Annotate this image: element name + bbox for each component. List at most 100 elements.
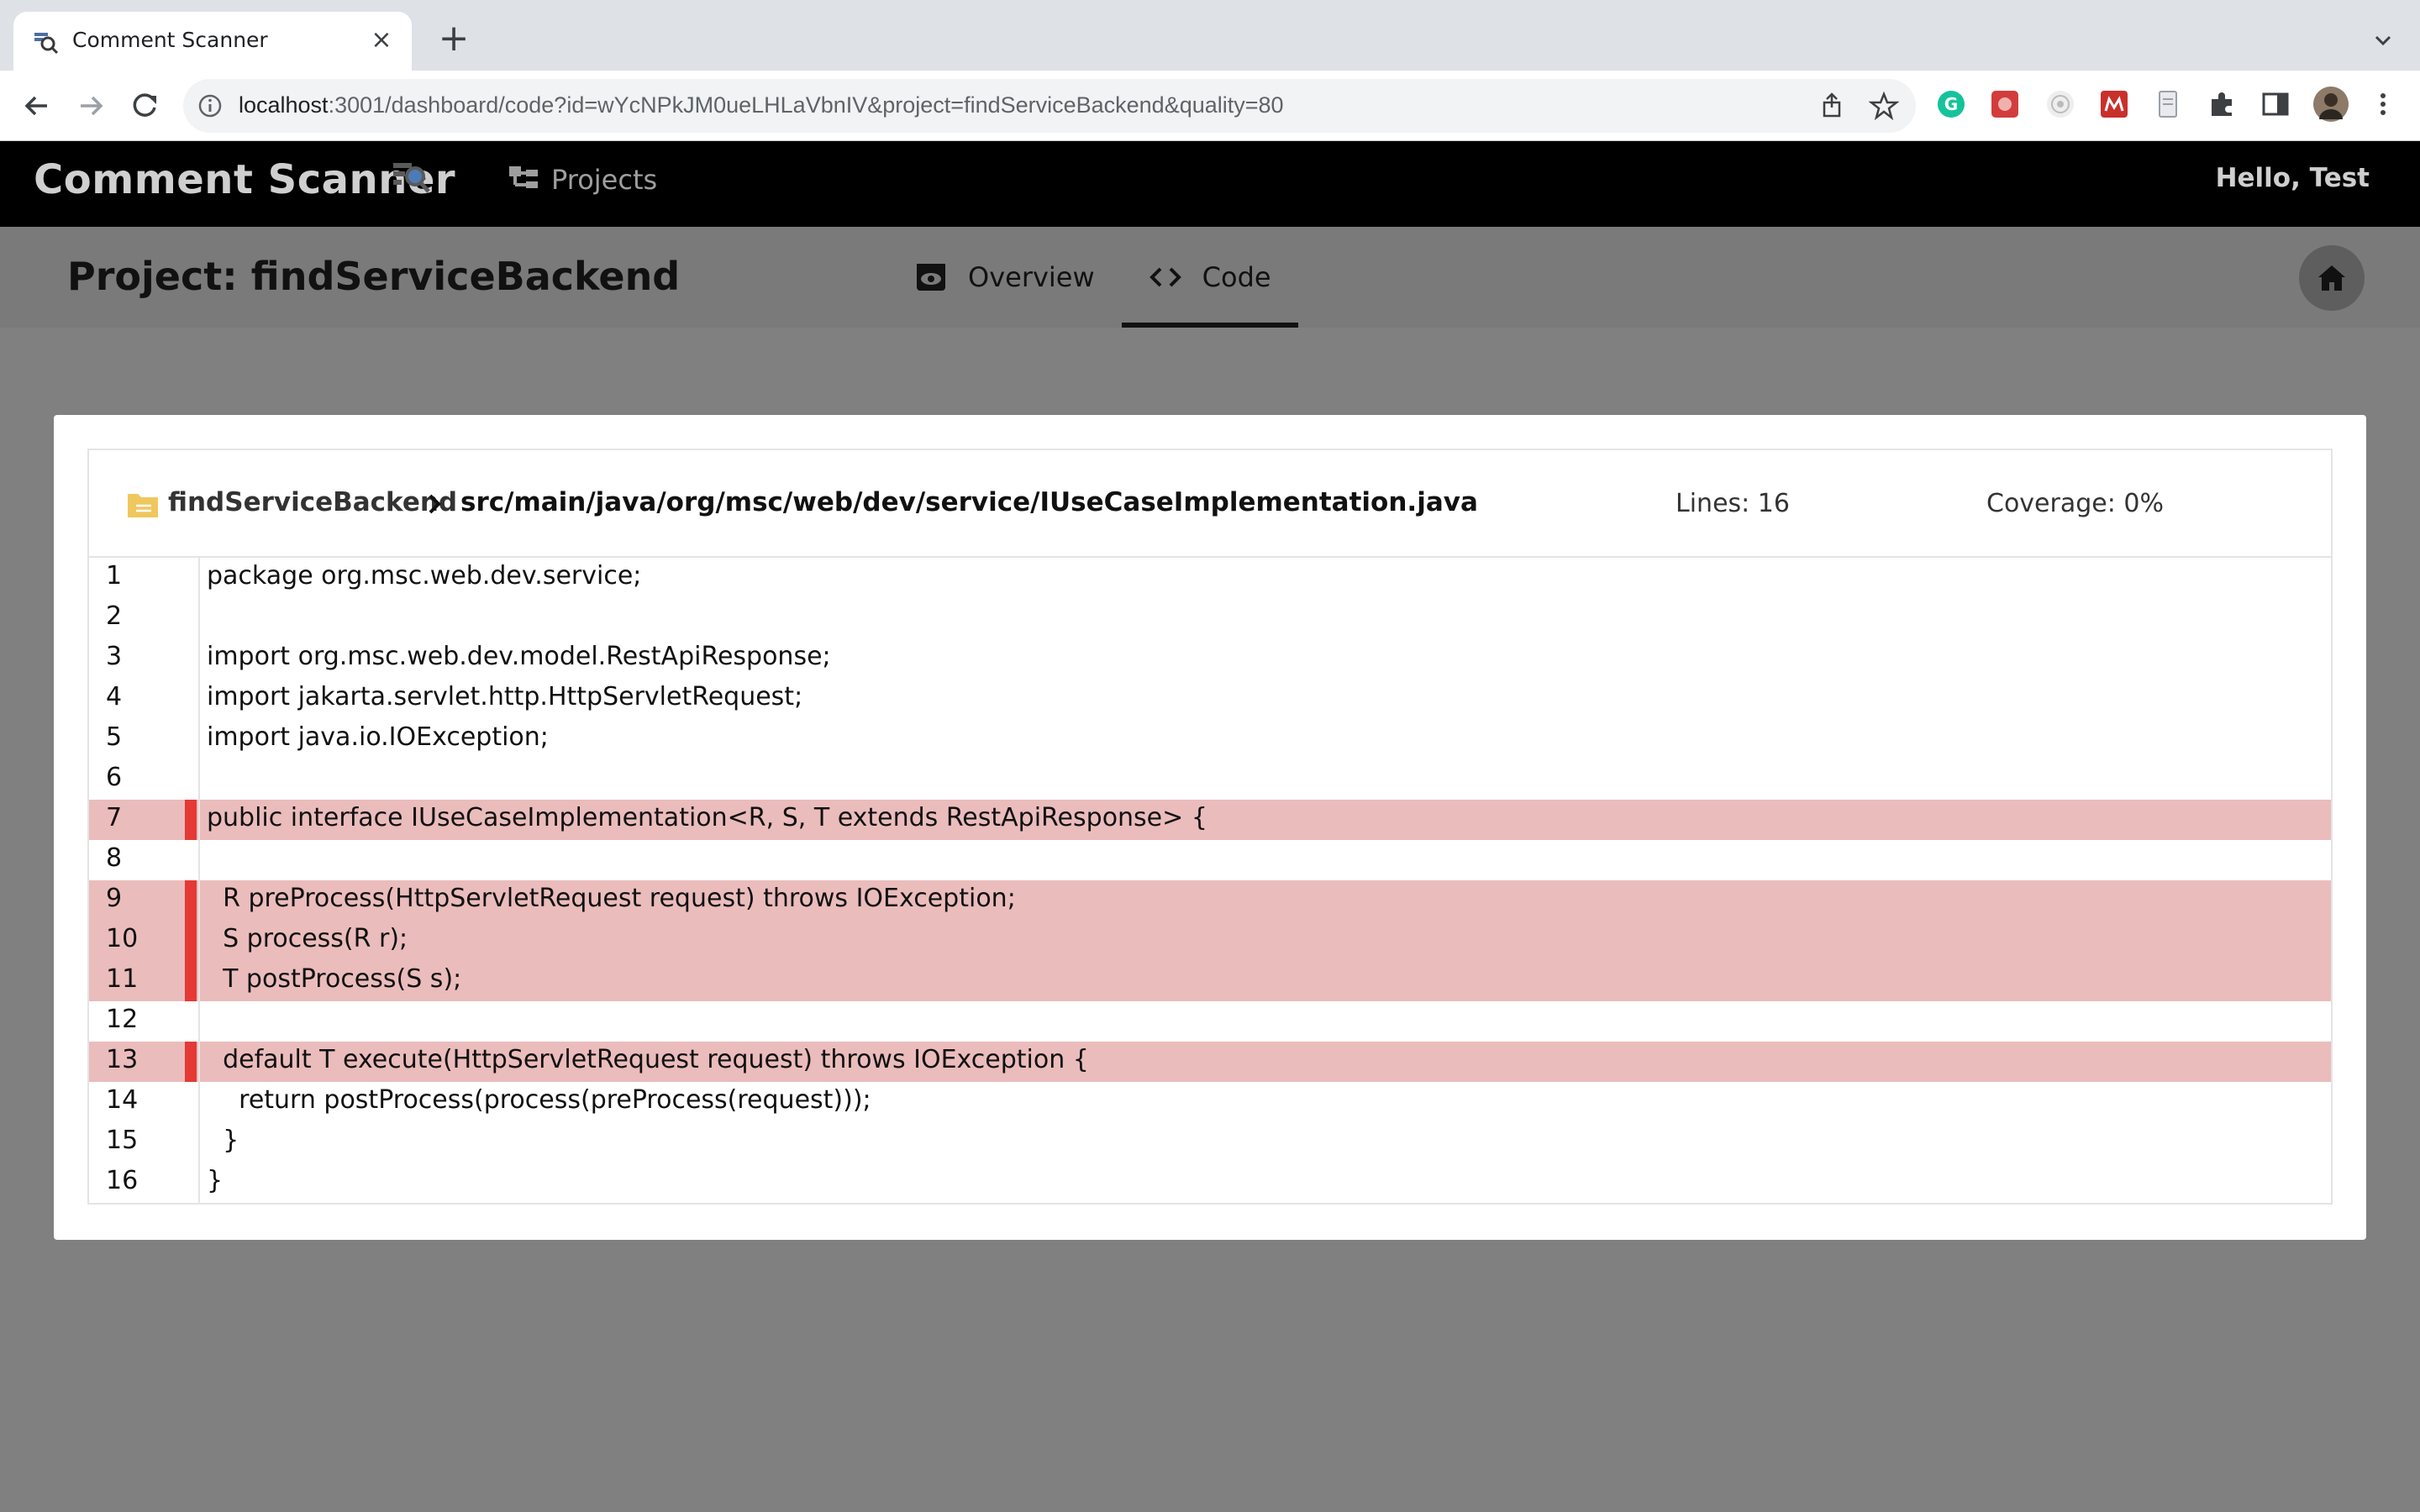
code-line-row: 15 } — [89, 1122, 2331, 1163]
bookmark-star-icon[interactable] — [1869, 91, 1899, 121]
file-panel: findServiceBackend src/main/java/org/msc… — [87, 449, 2333, 1205]
gutter-divider — [198, 558, 200, 598]
breadcrumb-project[interactable]: findServiceBackend — [168, 487, 457, 517]
coverage-value: Coverage: 0% — [1986, 489, 2164, 518]
source-text: return postProcess(process(preProcess(re… — [207, 1085, 871, 1115]
mendeley-extension-icon[interactable] — [2099, 89, 2129, 119]
browser-menu-icon[interactable] — [2371, 89, 2395, 119]
gutter-divider — [198, 638, 200, 679]
extension-target-icon[interactable] — [2045, 89, 2075, 119]
document-extension-icon[interactable] — [2153, 89, 2183, 119]
uncovered-marker — [185, 800, 197, 840]
code-listing: 1 package org.msc.web.dev.service; 2 3 impor… — [89, 558, 2331, 1203]
uncovered-marker — [185, 921, 197, 961]
line-number: 11 — [106, 964, 139, 994]
code-line-row: 11 T postProcess(S s); — [89, 961, 2331, 1001]
line-number: 10 — [106, 924, 139, 953]
page-title: Project: findServiceBackend — [67, 254, 681, 299]
code-line-row: 2 — [89, 598, 2331, 638]
back-arrow-icon[interactable] — [18, 87, 55, 124]
gutter-divider — [198, 679, 200, 719]
gutter-divider — [198, 598, 200, 638]
user-greeting[interactable]: Hello, Test — [2216, 163, 2370, 193]
svg-text:G: G — [1944, 94, 1958, 114]
source-text: R preProcess(HttpServletRequest request)… — [207, 884, 1016, 913]
code-line-row: 8 — [89, 840, 2331, 880]
forward-arrow-icon[interactable] — [72, 87, 109, 124]
gutter-divider — [198, 1042, 200, 1082]
line-number: 13 — [106, 1045, 139, 1074]
gutter-divider — [198, 1163, 200, 1203]
gutter-divider — [198, 800, 200, 840]
code-line-row: 12 — [89, 1001, 2331, 1042]
line-number: 14 — [106, 1085, 139, 1115]
gutter-divider — [198, 1082, 200, 1122]
profile-avatar[interactable] — [2312, 86, 2349, 123]
source-text: import jakarta.servlet.http.HttpServletR… — [207, 682, 803, 711]
source-text: public interface IUseCaseImplementation<… — [207, 803, 1207, 832]
tab-code-label: Code — [1202, 261, 1271, 293]
close-tab-icon[interactable]: × — [366, 25, 397, 55]
browser-tab[interactable]: Comment Scanner × — [13, 12, 412, 71]
chevron-down-icon[interactable] — [2371, 29, 2395, 52]
gutter-divider — [198, 961, 200, 1001]
code-line-row: 4 import jakarta.servlet.http.HttpServlet… — [89, 679, 2331, 719]
extension-red-icon[interactable] — [1990, 89, 2020, 119]
home-button[interactable] — [2299, 245, 2365, 311]
gutter-divider — [198, 1122, 200, 1163]
grammarly-extension-icon[interactable]: G — [1936, 89, 1966, 119]
source-text: } — [207, 1126, 239, 1155]
tab-title: Comment Scanner — [72, 28, 268, 52]
gutter-divider — [198, 1001, 200, 1042]
home-icon — [2318, 265, 2345, 291]
code-line-row: 1 package org.msc.web.dev.service; — [89, 558, 2331, 598]
code-line-row: 16} — [89, 1163, 2331, 1203]
reload-icon[interactable] — [126, 87, 163, 124]
eye-icon — [917, 264, 945, 291]
line-count: Lines: 16 — [1676, 489, 1790, 518]
source-text: import java.io.IOException; — [207, 722, 549, 752]
nav-projects-label: Projects — [551, 164, 658, 196]
source-text: package org.msc.web.dev.service; — [207, 561, 642, 591]
source-text: S process(R r); — [207, 924, 408, 953]
line-number: 8 — [106, 843, 123, 873]
code-line-row: 6 — [89, 759, 2331, 800]
tab-overview[interactable]: Overview — [887, 227, 1122, 328]
share-icon[interactable] — [1817, 91, 1847, 121]
line-number: 16 — [106, 1166, 139, 1195]
source-text: } — [207, 1166, 224, 1195]
browser-tabstrip: Comment Scanner × + — [0, 0, 2420, 71]
line-number: 3 — [106, 642, 123, 671]
tab-code[interactable]: Code — [1121, 227, 1298, 328]
uncovered-marker — [185, 961, 197, 1001]
magnifier-favicon-icon — [34, 33, 59, 55]
line-number: 15 — [106, 1126, 139, 1155]
site-info-icon[interactable] — [197, 92, 224, 119]
code-line-row: 5 import java.io.IOException; — [89, 719, 2331, 759]
line-number: 12 — [106, 1005, 139, 1034]
nav-projects-link[interactable]: Projects — [508, 160, 657, 200]
code-line-row: 13 default T execute(HttpServletRequest … — [89, 1042, 2331, 1082]
extensions-puzzle-icon[interactable] — [2207, 89, 2237, 119]
gutter-divider — [198, 840, 200, 880]
source-text: T postProcess(S s); — [207, 964, 462, 994]
side-panel-icon[interactable] — [2260, 89, 2291, 119]
line-number: 1 — [106, 561, 123, 591]
chevron-right-icon — [429, 494, 441, 514]
gutter-divider — [198, 719, 200, 759]
gutter-divider — [198, 921, 200, 961]
code-line-row: 10 S process(R r); — [89, 921, 2331, 961]
breadcrumb-file-path: src/main/java/org/msc/web/dev/service/IU… — [460, 487, 1478, 517]
app-header: Comment Scanner Projects Hello, Test — [0, 141, 2420, 227]
code-line-row: 9 R preProcess(HttpServletRequest reques… — [89, 880, 2331, 921]
address-bar[interactable]: localhost:3001/dashboard/code?id=wYcNPkJ… — [183, 79, 1916, 133]
new-tab-icon[interactable]: + — [437, 20, 471, 57]
gutter-divider — [198, 880, 200, 921]
code-line-row: 3 import org.msc.web.dev.model.RestApiRes… — [89, 638, 2331, 679]
folder-icon — [128, 494, 158, 517]
url-text: localhost:3001/dashboard/code?id=wYcNPkJ… — [239, 92, 1284, 118]
line-number: 7 — [106, 803, 123, 832]
hierarchy-icon — [509, 166, 538, 188]
code-icon — [1149, 267, 1181, 287]
uncovered-marker — [185, 1042, 197, 1082]
